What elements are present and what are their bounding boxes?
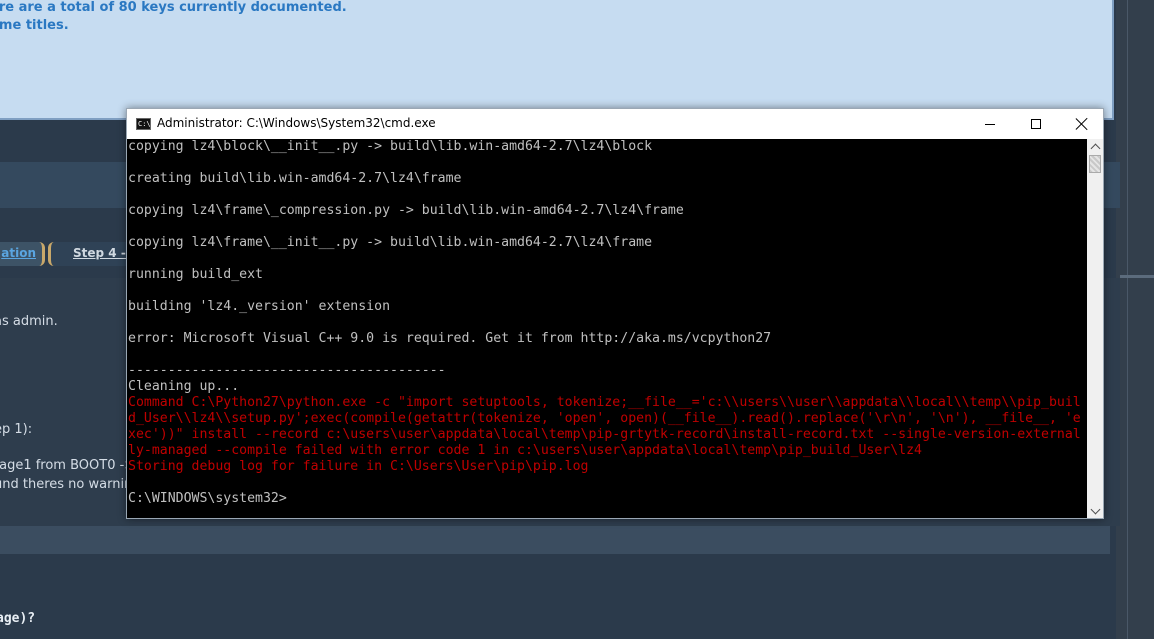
console-output[interactable]: copying lz4\block\__init__.py -> build\l… (127, 139, 1087, 518)
console-error-line: ly-managed --compile failed with error c… (128, 443, 922, 458)
scroll-up-button[interactable] (1087, 139, 1103, 153)
post-text-no-warning: und theres no warnin (0, 477, 133, 492)
notice-line-2: ome titles. (0, 18, 69, 33)
notice-line-1: ere are a total of 80 keys currently doc… (0, 0, 347, 15)
page-right-strip (1116, 0, 1154, 639)
chevron-down-icon (1090, 504, 1100, 514)
console-line: running build_ext (128, 267, 263, 282)
console-line: copying lz4\block\__init__.py -> build\l… (128, 139, 653, 154)
console-error-line: Command C:\Python27\python.exe -c "impor… (128, 395, 1081, 410)
window-titlebar[interactable]: C:\ Administrator: C:\Windows\System32\c… (127, 109, 1103, 139)
page-divider (1127, 0, 1128, 639)
tab-previous-step-label[interactable]: ation (1, 246, 36, 260)
cmd-app-icon[interactable]: C:\ (136, 118, 151, 130)
maximize-button[interactable] (1013, 109, 1059, 139)
cmd-window[interactable]: C:\ Administrator: C:\Windows\System32\c… (126, 108, 1104, 519)
close-button[interactable] (1059, 109, 1105, 139)
minimize-button[interactable] (967, 109, 1013, 139)
console-line: copying lz4\frame\__init__.py -> build\l… (128, 235, 653, 250)
notice-box: ere are a total of 80 keys currently doc… (0, 0, 1114, 120)
console-line: creating build\lib.win-amd64-2.7\lz4\fra… (128, 171, 462, 186)
console-error-line: xec'))" install --record c:\users\user\a… (128, 427, 1081, 442)
post-bottom-text: age)? (0, 611, 36, 626)
console-line: building 'lz4._version' extension (128, 299, 391, 314)
console-line: ---------------------------------------- (128, 363, 446, 378)
console-error-line: Storing debug log for failure in C:\User… (128, 459, 589, 474)
tab-previous-step[interactable]: ation (0, 242, 45, 266)
console-line: Cleaning up... (128, 379, 240, 394)
scrollbar-thumb[interactable] (1089, 155, 1101, 173)
post-text-stage1: tage1 from BOOT0 -> (0, 458, 136, 473)
vertical-scrollbar[interactable] (1087, 139, 1103, 518)
window-title: Administrator: C:\Windows\System32\cmd.e… (157, 116, 436, 130)
close-icon (1076, 118, 1088, 130)
minimize-icon (985, 123, 995, 125)
page-edge-accent (1120, 275, 1154, 278)
chevron-up-icon (1090, 143, 1100, 153)
console-error-line: d_User\\lz4\\setup.py';exec(compile(geta… (128, 411, 1081, 426)
console-line: error: Microsoft Visual C++ 9.0 is requi… (128, 331, 772, 346)
post-text-step1: ep 1): (0, 422, 33, 437)
scroll-down-button[interactable] (1087, 504, 1103, 518)
post-divider-bar (0, 526, 1110, 554)
console-line: copying lz4\frame\_compression.py -> bui… (128, 203, 684, 218)
maximize-icon (1031, 119, 1041, 129)
console-line: C:\WINDOWS\system32> (128, 491, 287, 506)
post-text-as-admin: as admin. (0, 314, 58, 329)
